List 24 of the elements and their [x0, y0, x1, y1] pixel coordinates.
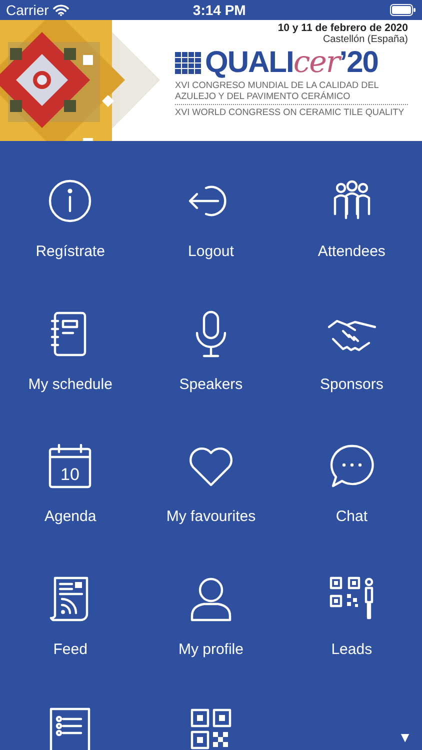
congress-title: XVI WORLD CONGRESS ON CERAMIC TILE QUALITY [175, 107, 406, 118]
menu-tile[interactable]: Speakers [140, 274, 282, 406]
scroll-down-arrow[interactable]: ▼ [398, 730, 412, 744]
menu-tile[interactable]: My profile [140, 538, 282, 671]
event-location: Castellón (España) [322, 34, 408, 46]
wifi-icon [52, 4, 69, 16]
menu-tile[interactable]: Chat [281, 406, 422, 538]
menu-tile[interactable]: Attendees [281, 141, 422, 274]
menu-tile[interactable]: Sponsors [281, 274, 422, 406]
clock-text: 3:14 PM [192, 0, 246, 20]
carrier-text: Carrier [6, 0, 49, 20]
congress-title: XVI CONGRESO MUNDIAL DE LA CALIDAD DEL [175, 80, 380, 91]
tile-grid-icon [175, 52, 201, 74]
menu-tile[interactable]: Regístrate [0, 141, 141, 274]
menu-tile[interactable]: My schedule [0, 274, 141, 406]
menu-tile[interactable]: Logout [140, 141, 282, 274]
menu-tile[interactable]: Leads [281, 538, 422, 671]
menu-tile[interactable]: 10 Agenda [0, 406, 141, 538]
battery-icon [390, 4, 416, 16]
event-dates: 10 y 11 de febrero de 2020 [278, 22, 408, 34]
event-logo: QUALIcer’20 [205, 46, 378, 80]
menu-tile[interactable]: My favourites [140, 406, 282, 538]
congress-title: AZULEJO Y DEL PAVIMENTO CERÁMICO [175, 91, 352, 102]
menu-tile[interactable]: Feed [0, 538, 141, 671]
